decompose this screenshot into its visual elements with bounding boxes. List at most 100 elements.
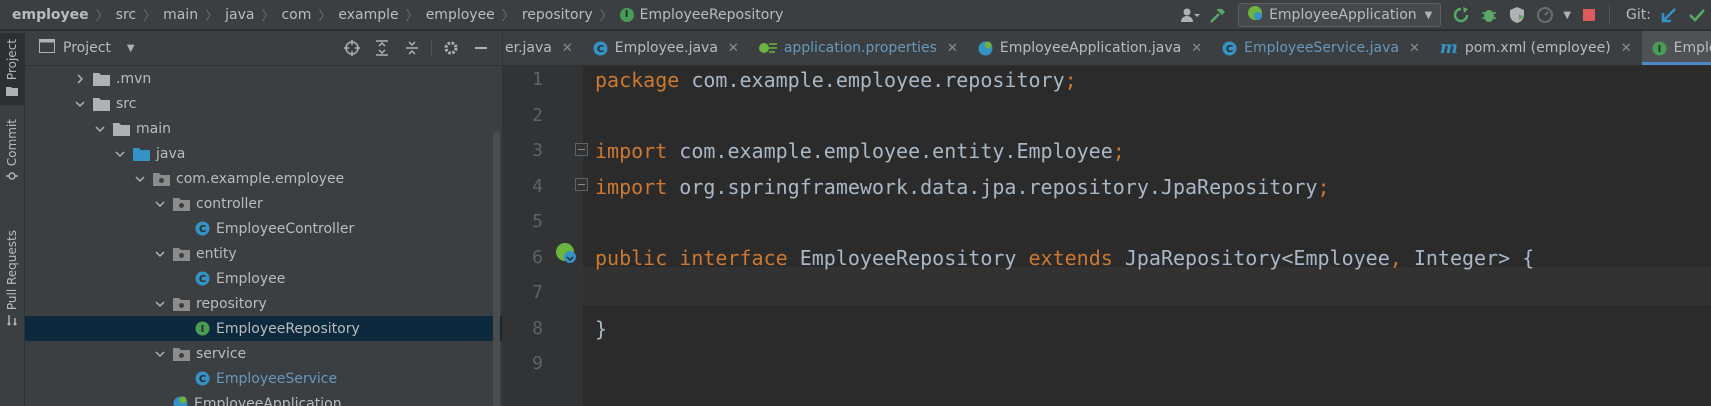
editor-tab[interactable]: m pom.xml (employee) ✕	[1430, 31, 1642, 65]
svg-text:C: C	[597, 44, 604, 55]
editor-tab[interactable]: C EmployeeService.java ✕	[1212, 31, 1430, 65]
editor-tab[interactable]: application.properties ✕	[749, 31, 968, 65]
account-icon[interactable]	[1179, 4, 1201, 26]
tree-item[interactable]: controller	[25, 191, 502, 216]
tool-tab-project[interactable]: Project	[0, 33, 24, 105]
tree-item[interactable]: C Employee	[25, 266, 502, 291]
coverage-shield-icon[interactable]	[1506, 4, 1528, 26]
tree-item[interactable]: C EmployeeController	[25, 216, 502, 241]
tool-tab-commit[interactable]: Commit	[0, 115, 24, 205]
editor-tab-label: Employee.java	[614, 40, 718, 56]
collapse-all-icon[interactable]	[401, 37, 423, 59]
chevron-down-icon[interactable]	[113, 147, 127, 161]
breadcrumb-item-current[interactable]: I EmployeeRepository	[619, 7, 783, 23]
chevron-down-icon[interactable]	[133, 172, 147, 186]
chevron-right-icon: 〉	[143, 9, 157, 24]
line-number: 8	[532, 317, 543, 339]
tree-item-label: EmployeeRepository	[216, 320, 360, 337]
spring-boot-class-icon	[173, 396, 188, 406]
breadcrumb-item[interactable]: employee	[426, 7, 495, 23]
tree-item[interactable]: service	[25, 341, 502, 366]
run-configuration-select[interactable]: EmployeeApplication ▼	[1238, 3, 1442, 27]
expand-all-icon[interactable]	[371, 37, 393, 59]
code-editor[interactable]: 1 2 3 4 5 6 7 8 9 package com.example.employee.r…	[503, 66, 1711, 406]
git-commit-check-icon[interactable]	[1686, 4, 1708, 26]
chevron-down-icon[interactable]	[153, 347, 167, 361]
git-update-icon[interactable]	[1658, 4, 1680, 26]
close-icon[interactable]: ✕	[947, 41, 958, 56]
code-token: EmployeeRepository	[787, 245, 1029, 270]
code-token: JpaRepository<Employee	[1112, 245, 1390, 270]
tree-item[interactable]: src	[25, 91, 502, 116]
editor-tab[interactable]: C Employee.java ✕	[583, 31, 749, 65]
spring-boot-icon	[1247, 5, 1263, 25]
tree-item[interactable]: repository	[25, 291, 502, 316]
tree-item-label: controller	[196, 195, 263, 212]
fold-marker-icon[interactable]	[575, 178, 588, 191]
code-line: public interface EmployeeRepository exte…	[595, 239, 1534, 277]
tree-item[interactable]: EmployeeApplication	[25, 391, 502, 406]
chevron-down-icon[interactable]	[73, 97, 87, 111]
chevron-right-icon[interactable]	[73, 72, 87, 86]
close-icon[interactable]: ✕	[1621, 41, 1632, 56]
tree-item[interactable]: I EmployeeRepository	[25, 316, 502, 341]
commit-icon	[6, 170, 18, 186]
chevron-right-icon: 〉	[405, 9, 419, 24]
breadcrumb-item[interactable]: java	[225, 7, 254, 23]
close-icon[interactable]: ✕	[1409, 41, 1420, 56]
folder-icon	[93, 97, 110, 111]
breadcrumb-item[interactable]: src	[116, 7, 136, 23]
chevron-down-icon[interactable]	[153, 197, 167, 211]
breadcrumb-item[interactable]: main	[163, 7, 198, 23]
breadcrumb-item[interactable]: example	[338, 7, 398, 23]
tree-item-label: EmployeeController	[216, 220, 355, 237]
chevron-right-icon: 〉	[205, 9, 219, 24]
code-token: import	[595, 174, 668, 199]
close-icon[interactable]: ✕	[1191, 41, 1202, 56]
chevron-down-icon[interactable]	[153, 247, 167, 261]
tree-item[interactable]: C EmployeeService	[25, 366, 502, 391]
locate-target-icon[interactable]	[341, 37, 363, 59]
rerun-icon[interactable]	[1450, 4, 1472, 26]
fold-marker-icon[interactable]	[575, 143, 588, 156]
code-token: import	[595, 139, 668, 163]
more-run-options-icon[interactable]: ▼	[1563, 10, 1571, 21]
maven-icon: m	[1439, 38, 1458, 58]
tree-item[interactable]: main	[25, 116, 502, 141]
code-token: interface	[679, 245, 788, 270]
tree-item[interactable]: .mvn	[25, 66, 502, 91]
tree-item[interactable]: entity	[25, 241, 502, 266]
breadcrumb-item[interactable]: repository	[522, 7, 593, 23]
debug-bug-icon[interactable]	[1478, 4, 1500, 26]
tree-item[interactable]: com.example.employee	[25, 166, 502, 191]
tree-item[interactable]: java	[25, 141, 502, 166]
spring-boot-class-icon	[978, 41, 993, 56]
editor-tab[interactable]: er.java ✕	[503, 31, 583, 65]
chevron-down-icon[interactable]: ▼	[127, 43, 135, 54]
code-line: }	[595, 310, 607, 348]
tree-item-label: entity	[196, 245, 237, 262]
chevron-right-icon: 〉	[95, 9, 109, 24]
editor-tab[interactable]: I EmployeeRe	[1641, 31, 1711, 65]
chevron-down-icon[interactable]	[153, 297, 167, 311]
stop-icon[interactable]	[1578, 4, 1600, 26]
toolbar-divider	[1609, 5, 1611, 25]
tree-scrollbar[interactable]	[493, 131, 500, 406]
editor-tab[interactable]: EmployeeApplication.java ✕	[968, 31, 1212, 65]
minimize-icon[interactable]	[470, 37, 492, 59]
close-icon[interactable]: ✕	[562, 41, 573, 56]
project-view-title[interactable]: Project	[63, 40, 111, 56]
tool-tab-pull-requests[interactable]: Pull Requests	[0, 226, 24, 346]
chevron-down-icon[interactable]	[93, 122, 107, 136]
breadcrumb-item[interactable]: employee	[12, 7, 89, 23]
build-hammer-icon[interactable]	[1207, 4, 1229, 26]
profiler-icon[interactable]	[1534, 4, 1556, 26]
chevron-right-icon: 〉	[318, 9, 332, 24]
code-token: ;	[1317, 174, 1330, 199]
spring-bean-gutter-icon[interactable]	[555, 242, 577, 268]
gear-icon[interactable]	[440, 37, 462, 59]
breadcrumb-item[interactable]: com	[281, 7, 311, 23]
class-icon: C	[195, 221, 210, 236]
close-icon[interactable]: ✕	[728, 41, 739, 56]
